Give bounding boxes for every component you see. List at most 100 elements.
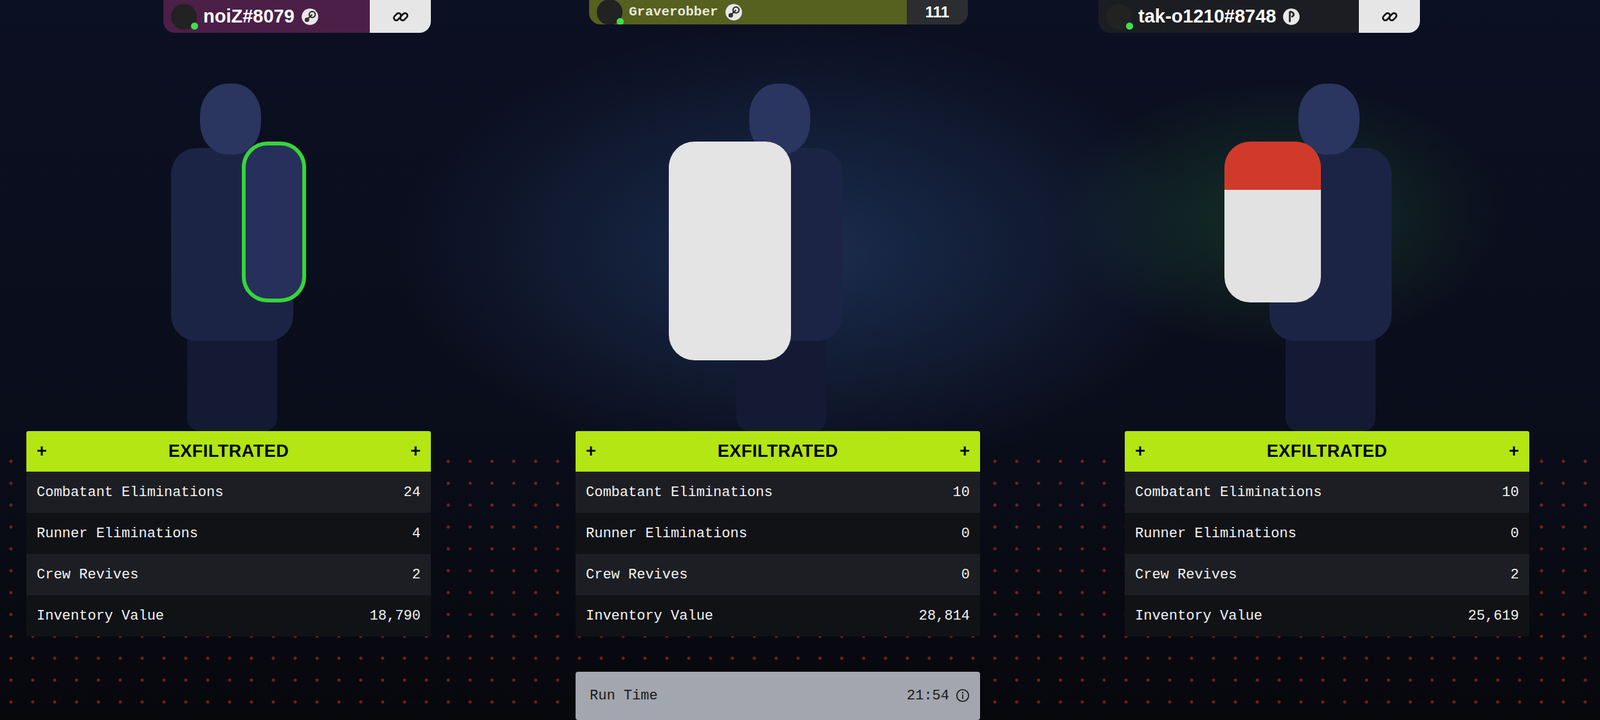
player-tag[interactable]: noiZ#8079: [163, 0, 431, 33]
expand-mark: +: [36, 437, 47, 465]
player-tag-area: tak-o1210#8748: [1124, 0, 1530, 39]
link-button[interactable]: [369, 0, 431, 33]
expand-mark: +: [585, 437, 597, 465]
stat-label: Runner Eliminations: [1135, 522, 1297, 545]
level-text: 111: [925, 0, 950, 24]
expand-mark: +: [959, 437, 970, 465]
stats-list: Combatant Eliminations24Runner Eliminati…: [26, 471, 431, 637]
player-column: tak-o1210#8748+EXFILTRATED+Combatant Eli…: [1124, 0, 1530, 720]
figure-head: [200, 83, 262, 155]
stat-label: Runner Eliminations: [585, 522, 748, 545]
run-time-bar: Run Time 21:54: [575, 671, 981, 720]
stat-value: 2: [1510, 563, 1519, 586]
expand-mark: +: [410, 437, 421, 465]
stats-list: Combatant Eliminations10Runner Eliminati…: [575, 471, 981, 637]
stat-row: Combatant Eliminations 10: [1124, 471, 1530, 513]
player-tag-main: noiZ#8079: [163, 0, 370, 33]
stat-label: Combatant Eliminations: [1135, 481, 1322, 503]
player-name-block: noiZ#8079: [203, 6, 295, 28]
stat-value: 10: [1502, 481, 1519, 503]
stat-value: 2: [412, 563, 421, 586]
run-time-label: Run Time: [589, 684, 658, 707]
stat-row: Inventory Value 28,814: [575, 594, 981, 637]
stat-label: Inventory Value: [36, 605, 164, 627]
player-title: Graverobber: [628, 4, 719, 20]
run-time-value-group: 21:54: [906, 684, 970, 707]
stat-row: Inventory Value 18,790: [26, 594, 431, 637]
player-tag-area: Graverobber 111: [575, 0, 981, 39]
stat-value: 0: [961, 563, 970, 586]
figure-pack: [668, 141, 791, 361]
stat-label: Combatant Eliminations: [36, 481, 224, 503]
character-figure: [681, 70, 875, 431]
avatar-icon: [596, 0, 623, 25]
player-tag[interactable]: tak-o1210#8748: [1098, 0, 1420, 33]
avatar-icon: [1106, 3, 1132, 30]
stat-row: Inventory Value 25,619: [1124, 594, 1530, 637]
spacer: [26, 677, 431, 720]
stats-panel: +EXFILTRATED+Combatant Eliminations10Run…: [575, 430, 981, 651]
status-header: + EXFILTRATED +: [575, 430, 981, 472]
character-figure: [1230, 70, 1424, 431]
stat-label: Crew Revives: [36, 563, 139, 586]
figure-pack: [241, 141, 307, 303]
info-icon[interactable]: [955, 688, 970, 703]
stats-list: Combatant Eliminations 10 Runner Eliminati…: [1124, 471, 1530, 637]
figure-head: [1298, 83, 1360, 155]
stat-value: 4: [412, 522, 421, 545]
run-time-value: 21:54: [906, 684, 950, 707]
stat-value: 18,790: [369, 605, 421, 627]
player-column: Graverobber 111 + EXFILTRATED + Combatant Eli…: [575, 0, 981, 720]
player-name-block: tak-o1210#8748: [1138, 6, 1276, 28]
player-tag[interactable]: Graverobber 111: [589, 0, 968, 25]
run-summary: noiZ#8079 + EXFILTRATED + Combatant Eliminat…: [0, 0, 1600, 720]
stat-row: Combatant Eliminations 24: [26, 471, 431, 513]
stat-row: Combatant Eliminations10: [575, 471, 981, 513]
stat-value: 25,619: [1468, 605, 1519, 627]
online-dot: [190, 22, 199, 30]
stat-label: Crew Revives: [1135, 563, 1237, 586]
player-tag-main: tak-o1210#8748: [1098, 0, 1359, 33]
stat-row: Crew Revives 0: [575, 553, 981, 595]
stat-label: Crew Revives: [585, 563, 688, 586]
player-name-block: Graverobber: [628, 4, 719, 20]
stat-label: Inventory Value: [1135, 605, 1263, 627]
figure-legs: [1285, 327, 1376, 431]
character-render: [575, 38, 981, 431]
expand-mark: +: [1135, 437, 1146, 465]
stat-label: Inventory Value: [585, 605, 714, 627]
stat-value: 24: [403, 481, 421, 503]
player-tag-main: Graverobber: [589, 0, 907, 25]
online-dot: [616, 18, 624, 25]
level-badge: 111: [906, 0, 968, 25]
stat-row: Runner Eliminations 0: [575, 512, 981, 554]
playstation-icon: [1282, 7, 1301, 26]
stat-value: 0: [1510, 522, 1519, 545]
player-name: noiZ#8079: [203, 6, 295, 28]
spacer: [1124, 677, 1530, 720]
steam-icon: [724, 3, 743, 22]
stat-value: 0: [961, 522, 970, 545]
stat-row: Runner Eliminations 0: [1124, 512, 1530, 554]
figure-pack: [1224, 141, 1321, 303]
stat-row: Crew Revives 2: [1124, 553, 1530, 595]
link-icon: [390, 7, 411, 27]
player-tag-area: noiZ#8079: [26, 0, 431, 39]
status-label: EXFILTRATED: [168, 437, 290, 465]
steam-icon: [300, 7, 319, 26]
status-header: + EXFILTRATED +: [26, 430, 431, 472]
avatar-icon: [171, 3, 197, 30]
status-label: EXFILTRATED: [717, 437, 839, 465]
status-header: +EXFILTRATED+: [1124, 430, 1530, 472]
stat-value: 10: [953, 481, 970, 503]
link-button[interactable]: [1358, 0, 1420, 33]
online-dot: [1126, 22, 1134, 30]
character-render: [1124, 38, 1530, 431]
link-icon: [1380, 7, 1400, 27]
character-figure: [132, 70, 326, 431]
player-column: noiZ#8079 + EXFILTRATED + Combatant Eliminat…: [26, 0, 431, 720]
stat-row: Crew Revives 2: [26, 553, 431, 595]
figure-legs: [187, 327, 278, 431]
stat-value: 28,814: [918, 605, 970, 627]
status-label: EXFILTRATED: [1266, 437, 1388, 465]
